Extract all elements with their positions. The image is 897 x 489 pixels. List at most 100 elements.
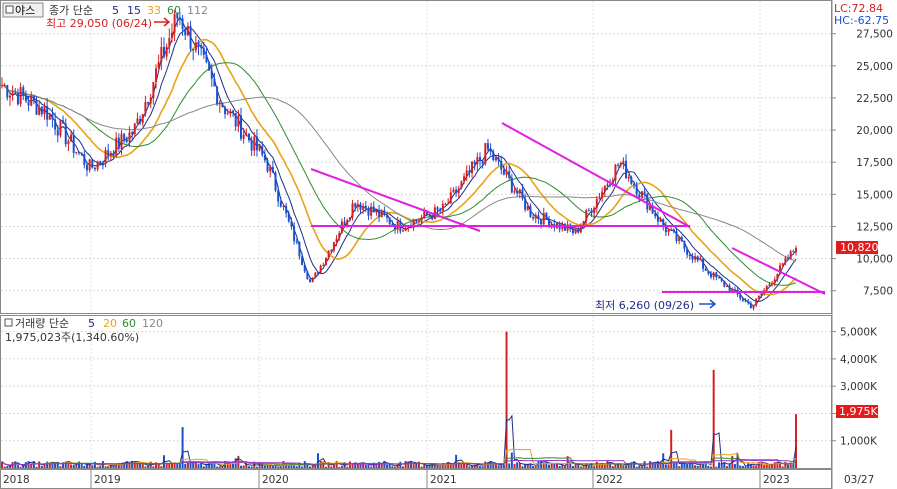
candle-body — [67, 141, 70, 145]
volume-bar — [311, 466, 314, 468]
candle-body — [619, 162, 622, 166]
candle-body — [24, 95, 27, 102]
candle-body — [699, 259, 702, 261]
candle-body — [428, 215, 431, 217]
candle-body — [712, 272, 715, 278]
candle-body — [370, 206, 373, 216]
volume-bar — [654, 463, 657, 468]
volume-bar — [587, 465, 590, 468]
candle-body — [518, 189, 521, 194]
volume-tick-label: 1,000K — [840, 436, 878, 448]
candle-body — [194, 42, 197, 51]
volume-bar — [133, 461, 136, 468]
candle-body — [269, 166, 272, 172]
volume-bar — [258, 465, 261, 468]
volume-bar — [38, 461, 41, 468]
candle-body — [43, 106, 46, 115]
candle-body — [186, 26, 189, 36]
candle-body — [51, 114, 54, 120]
candle-body — [221, 102, 224, 108]
volume-bar — [548, 464, 551, 468]
candle-body — [372, 206, 375, 213]
candle-body — [468, 170, 471, 174]
price-tick-label: 17,500 — [856, 157, 893, 169]
candle-body — [107, 150, 110, 156]
candle-body — [375, 209, 378, 213]
candle-body — [662, 218, 665, 226]
candle-body — [417, 220, 420, 222]
candle-body — [625, 160, 628, 179]
candle-body — [356, 203, 359, 208]
candle-body — [125, 139, 128, 142]
candle-body — [83, 154, 86, 165]
candle-body — [96, 161, 99, 170]
volume-bar — [96, 466, 99, 468]
candle-body — [654, 213, 657, 217]
volume-bar — [93, 461, 96, 468]
volume-bar — [141, 464, 144, 468]
candle-body — [62, 120, 65, 124]
volume-readout: 1,975,023주(1,340.60%) — [5, 331, 139, 344]
volume-bar — [725, 466, 728, 468]
candle-body — [75, 151, 78, 153]
candle-body — [630, 177, 633, 185]
candle-body — [593, 207, 596, 214]
candle-body — [70, 134, 73, 142]
candle-body — [327, 250, 330, 258]
volume-bar — [763, 464, 766, 468]
volume-bar — [35, 466, 38, 468]
candle-body — [120, 133, 123, 149]
candle-body — [635, 185, 638, 195]
candle-body — [388, 217, 391, 225]
candle-body — [452, 189, 455, 193]
candle-body — [789, 251, 792, 260]
volume-bar — [107, 466, 110, 468]
candle-body — [773, 279, 776, 284]
volume-bar — [752, 465, 755, 468]
candle-body — [192, 48, 195, 51]
candle-body — [646, 193, 649, 210]
volume-bar — [619, 464, 622, 468]
x-label-date: 03/27 — [844, 474, 874, 486]
volume-bar — [662, 453, 665, 468]
volume-bar — [518, 463, 521, 468]
volume-bar — [710, 466, 713, 468]
candle-body — [354, 203, 357, 208]
price-tick-label: 25,000 — [856, 61, 893, 73]
candle-body — [606, 184, 609, 186]
volume-bar — [147, 465, 150, 468]
candle-body — [258, 145, 261, 151]
candle-body — [263, 154, 266, 161]
volume-tick-label: 5,000K — [840, 327, 878, 339]
candle-body — [112, 153, 115, 157]
candle-body — [293, 226, 296, 242]
volume-bar — [104, 466, 107, 468]
volume-bar — [755, 465, 758, 468]
candle-body — [123, 133, 126, 140]
candle-body — [598, 198, 601, 200]
volume-bar — [80, 464, 83, 468]
volume-bar — [6, 465, 9, 468]
candle-body — [59, 120, 62, 136]
volume-bar — [741, 465, 744, 468]
candle-body — [359, 203, 362, 210]
volume-bar — [375, 465, 378, 468]
candle-body — [707, 270, 710, 274]
candle-body — [537, 215, 540, 220]
candle-body — [524, 198, 527, 210]
candle-body — [309, 279, 312, 282]
volume-bar — [529, 463, 532, 468]
volume-bar — [468, 466, 471, 468]
volume-bar — [733, 464, 736, 468]
volume-bar — [370, 466, 373, 468]
candle-body — [250, 140, 253, 151]
x-label-2018: 2018 — [3, 474, 30, 486]
candle-body — [609, 184, 612, 186]
price-tick-label: 22,500 — [856, 93, 893, 105]
volume-bar — [168, 464, 171, 468]
volume-bar — [401, 466, 404, 468]
candle-body — [149, 97, 152, 104]
candle-body — [447, 203, 450, 205]
volume-bar — [247, 466, 250, 468]
volume-bar — [593, 466, 596, 468]
